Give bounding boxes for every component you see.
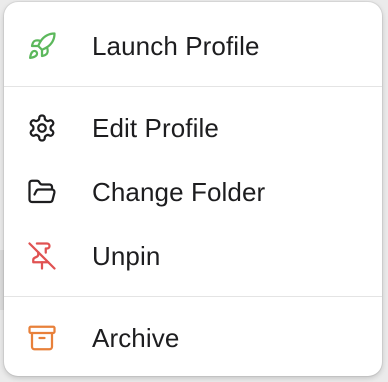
folder-open-icon — [24, 174, 60, 210]
menu-item-change-folder[interactable]: Change Folder — [4, 160, 382, 224]
menu-item-label: Archive — [92, 322, 180, 353]
menu-item-archive[interactable]: Archive — [4, 306, 382, 370]
archive-icon — [24, 320, 60, 356]
menu-item-edit-profile[interactable]: Edit Profile — [4, 96, 382, 160]
context-menu: Launch Profile Edit Profile Change Folde… — [4, 2, 382, 376]
gear-icon — [24, 110, 60, 146]
menu-divider — [4, 296, 382, 297]
menu-item-unpin[interactable]: Unpin — [4, 224, 382, 288]
menu-divider — [4, 86, 382, 87]
menu-item-label: Edit Profile — [92, 112, 219, 143]
menu-item-label: Launch Profile — [92, 30, 260, 61]
menu-item-label: Change Folder — [92, 176, 266, 207]
menu-item-label: Unpin — [92, 240, 161, 271]
rocket-icon — [24, 28, 60, 64]
menu-item-launch-profile[interactable]: Launch Profile — [4, 14, 382, 78]
pin-off-icon — [24, 238, 60, 274]
